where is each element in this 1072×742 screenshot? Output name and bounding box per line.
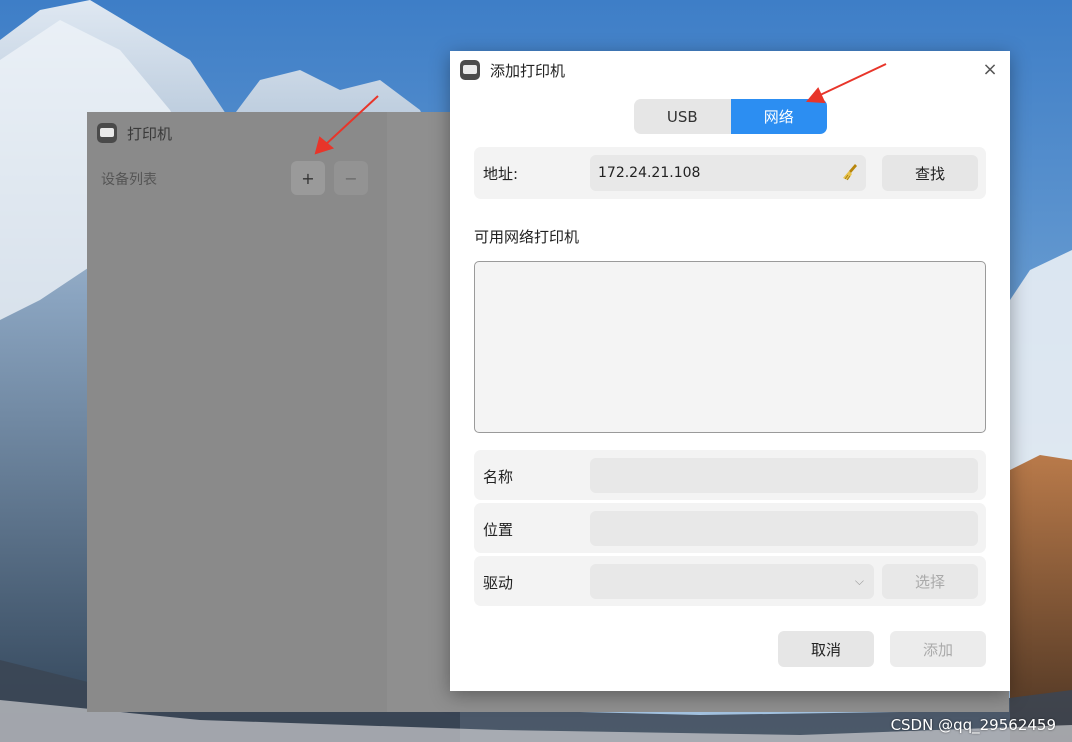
- driver-label: 驱动: [483, 574, 514, 592]
- remove-printer-button[interactable]: −: [334, 161, 368, 195]
- cancel-button[interactable]: 取消: [778, 631, 874, 667]
- available-printers-list[interactable]: [474, 261, 986, 433]
- address-label: 地址:: [483, 165, 519, 183]
- close-icon[interactable]: ×: [980, 60, 1000, 80]
- device-list-label: 设备列表: [101, 172, 157, 188]
- device-list-pane: [87, 112, 387, 712]
- printer-app-icon: [460, 60, 480, 80]
- dialog-title: 添加打印机: [490, 61, 566, 80]
- connection-type-switch: USB 网络: [634, 99, 827, 134]
- minus-icon: −: [344, 168, 358, 188]
- driver-select[interactable]: ⌵: [590, 564, 874, 599]
- broom-clear-icon[interactable]: [842, 163, 860, 181]
- tab-network[interactable]: 网络: [730, 99, 827, 134]
- find-button[interactable]: 查找: [882, 155, 978, 191]
- driver-row: 驱动 ⌵ 选择: [474, 556, 986, 606]
- printer-app-icon: [97, 123, 117, 143]
- dialog-titlebar: 添加打印机: [450, 51, 1010, 89]
- add-button[interactable]: 添加: [890, 631, 986, 667]
- chevron-down-icon: ⌵: [854, 574, 864, 588]
- address-row: 地址: 172.24.21.108 查找: [474, 147, 986, 199]
- watermark: CSDN @qq_29562459: [890, 716, 1056, 734]
- location-field[interactable]: [590, 511, 978, 546]
- location-label: 位置: [483, 521, 514, 539]
- printer-window-titlebar: 打印机: [97, 122, 172, 144]
- add-printer-button[interactable]: +: [291, 161, 325, 195]
- name-field[interactable]: [590, 458, 978, 493]
- tab-usb[interactable]: USB: [634, 99, 731, 134]
- name-row: 名称: [474, 450, 986, 500]
- location-row: 位置: [474, 503, 986, 553]
- add-printer-dialog: 添加打印机 × USB 网络 地址: 172.24.21.108 查找 可用网络…: [450, 51, 1010, 691]
- address-input[interactable]: 172.24.21.108: [590, 155, 866, 191]
- address-value: 172.24.21.108: [598, 165, 701, 181]
- select-driver-button[interactable]: 选择: [882, 564, 978, 599]
- plus-icon: +: [301, 168, 315, 188]
- available-printers-label: 可用网络打印机: [474, 228, 580, 246]
- name-label: 名称: [483, 468, 514, 486]
- printer-window-title: 打印机: [127, 124, 173, 143]
